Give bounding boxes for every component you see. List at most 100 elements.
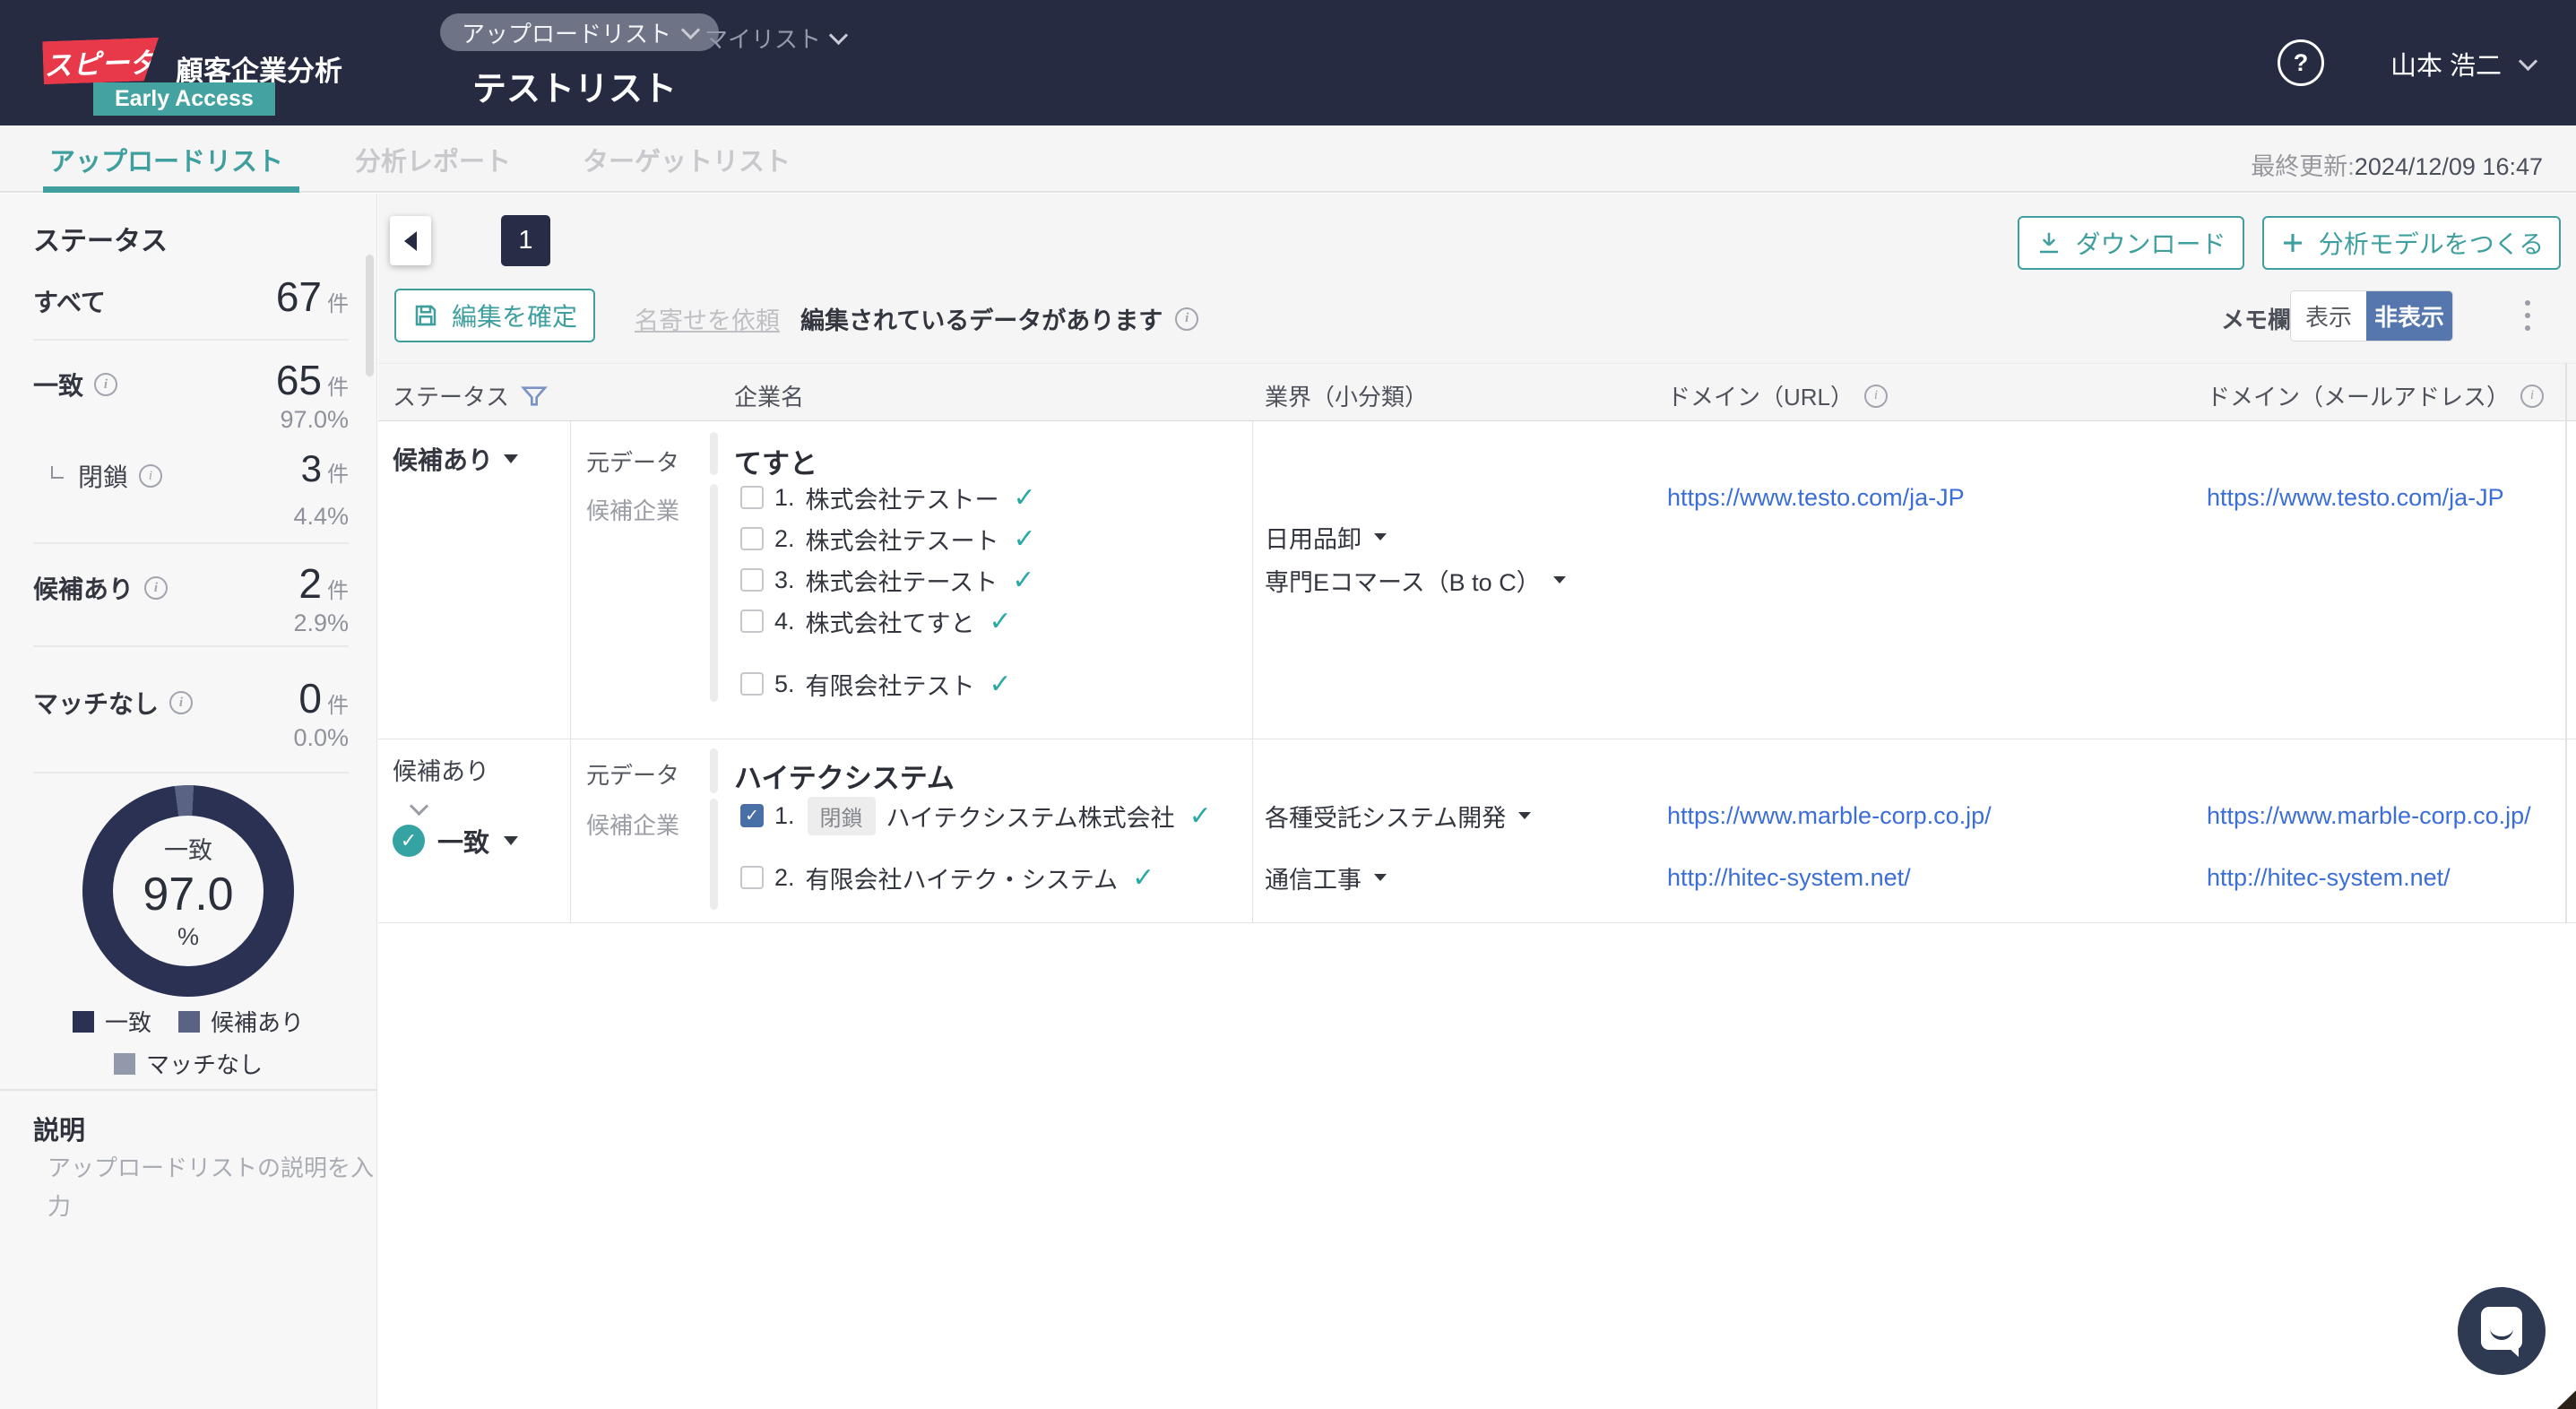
filter-icon[interactable] [520,382,549,411]
tab-target-list[interactable]: ターゲットリスト [583,125,791,193]
legend-label: 候補あり [211,1005,304,1038]
industry-label: 通信工事 [1265,860,1361,895]
confirm-edit-button[interactable]: 編集を確定 [394,289,595,342]
domain-link[interactable]: https://www.marble-corp.co.jp/ [1667,802,1992,830]
speeda-logo: スピーダ [42,38,160,85]
domain-link[interactable]: https://www.testo.com/ja-JP [1667,484,1965,512]
stat-closed-percent: 4.4% [293,503,349,531]
memo-show-option[interactable]: 表示 [2291,291,2366,341]
candidate-checkbox[interactable] [740,672,764,696]
domain-link[interactable]: https://www.marble-corp.co.jp/ [2207,802,2531,830]
table-header-row: ステータス 企業名 業界（小分類） ドメイン（URL） ドメイン（メールアドレス… [378,363,2576,421]
edited-data-notice: 編集されているデータがあります [800,301,1198,336]
status-cell: 候補あり [393,441,518,477]
save-icon [412,302,439,329]
domain-link[interactable]: http://hitec-system.net/ [1667,864,1911,892]
info-icon[interactable] [94,373,117,396]
match-check-icon[interactable]: ✓ [990,606,1012,637]
info-icon[interactable] [144,576,168,600]
chat-support-button[interactable] [2458,1287,2546,1375]
match-check-icon[interactable]: ✓ [990,669,1012,700]
column-header-status: ステータス [393,379,549,412]
create-analysis-model-label: 分析モデルをつくる [2319,225,2544,261]
match-check-icon[interactable]: ✓ [1189,800,1212,832]
list-item: http://hitec-system.net/ [2207,857,2531,898]
toolbar-area: 1 編集を確定 名寄せを依頼 編集されているデータがあります ダウンロード 分析… [378,194,2576,363]
legend-label: マッチなし [146,1047,263,1080]
stat-no-match-percent: 0.0% [293,724,349,752]
candidate-checkbox[interactable] [740,527,764,550]
user-menu[interactable]: 山本 浩二 [2390,45,2535,82]
list-item: https://www.testo.com/ja-JP [1667,477,1965,518]
divider [33,645,349,647]
candidate-company-name: 株式会社テストー [806,480,999,515]
upload-list-switcher[interactable]: アップロードリスト [440,13,719,51]
more-options-menu[interactable] [2510,292,2546,339]
candidate-row: 2. 株式会社テスート ✓ [740,518,1036,559]
info-icon[interactable] [139,464,162,488]
candidate-checkbox[interactable] [740,866,764,889]
my-list-switcher[interactable]: マイリスト [705,22,845,55]
status-cell: 候補あり ✓ 一致 [393,752,518,860]
legend-swatch [114,1053,135,1075]
candidate-checkbox[interactable] [740,486,764,509]
chat-bubble-icon [2481,1307,2522,1350]
domain-link[interactable]: https://www.testo.com/ja-JP [2207,484,2504,512]
info-icon[interactable] [2520,385,2544,408]
cell-scrollbar[interactable] [710,484,718,702]
candidate-company-name: 株式会社テスート [806,522,999,557]
divider [33,542,349,544]
candidate-row: 3.株式会社テースト✓ [740,559,1036,601]
industry-label: 日用品卸 [1265,520,1361,555]
request-merge-link[interactable]: 名寄せを依頼 [635,301,780,336]
status-select[interactable]: ✓ 一致 [393,822,518,860]
industry-select[interactable]: 日用品卸 [1265,516,1566,558]
match-check-icon[interactable]: ✓ [1132,862,1154,894]
match-check-icon[interactable]: ✓ [1014,523,1036,555]
industry-label: 各種受託システム開発 [1265,799,1506,834]
donut-center-value: 97.0 [143,868,233,921]
description-placeholder[interactable]: アップロードリストの説明を入力 [48,1149,381,1226]
download-button[interactable]: ダウンロード [2018,216,2244,270]
chevron-down-icon [410,797,428,816]
industry-select[interactable]: 各種受託システム開発 [1265,795,1531,836]
match-check-icon[interactable]: ✓ [1012,565,1034,596]
pagination-page-1[interactable]: 1 [501,215,550,266]
info-icon[interactable] [1864,385,1888,408]
info-icon[interactable] [169,691,193,714]
candidate-row: 4.株式会社てすと✓ [740,601,1036,642]
last-updated: 最終更新:2024/12/09 16:47 [2251,147,2543,182]
industry-select[interactable]: 専門Eコマース（B to C） [1265,559,1566,601]
industry-select[interactable]: 通信工事 [1265,857,1531,898]
donut-center-label: 一致 [164,831,212,866]
memo-hide-option[interactable]: 非表示 [2366,291,2452,341]
info-icon[interactable] [1175,307,1198,331]
cell-scrollbar[interactable] [710,432,718,475]
caret-down-icon [1553,576,1566,583]
my-list-label: マイリスト [705,22,821,55]
candidate-checkbox[interactable] [740,609,764,633]
candidate-checkbox[interactable] [740,568,764,592]
table-row: 候補あり 元データ 候補企業 てすと 1.株式会社テストー✓2.株式会社テスート… [378,421,2576,739]
candidate-number: 2. [774,525,795,553]
status-previous: 候補あり [393,752,518,787]
candidate-number: 5. [774,670,795,698]
candidate-number: 1. [774,484,795,512]
tab-upload-list[interactable]: アップロードリスト [49,125,283,193]
match-check-icon[interactable]: ✓ [1014,482,1036,514]
domain-link[interactable]: http://hitec-system.net/ [2207,864,2451,892]
cell-scrollbar[interactable] [710,799,718,910]
cell-scrollbar[interactable] [710,748,718,793]
sidebar-scrollbar[interactable] [366,255,374,376]
help-icon[interactable]: ? [2278,39,2324,86]
create-analysis-model-button[interactable]: 分析モデルをつくる [2262,216,2561,270]
early-access-badge: Early Access [93,82,275,116]
donut-center-unit: % [177,923,199,951]
pagination-prev-button[interactable] [390,216,431,265]
candidate-checkbox[interactable]: ✓ [740,804,764,827]
description-heading: 説明 [33,1110,85,1147]
logo-badge-text: スピーダ [43,39,159,82]
legend-swatch [73,1011,94,1033]
status-select[interactable]: 候補あり [393,441,518,477]
tab-analysis-report[interactable]: 分析レポート [355,125,511,193]
